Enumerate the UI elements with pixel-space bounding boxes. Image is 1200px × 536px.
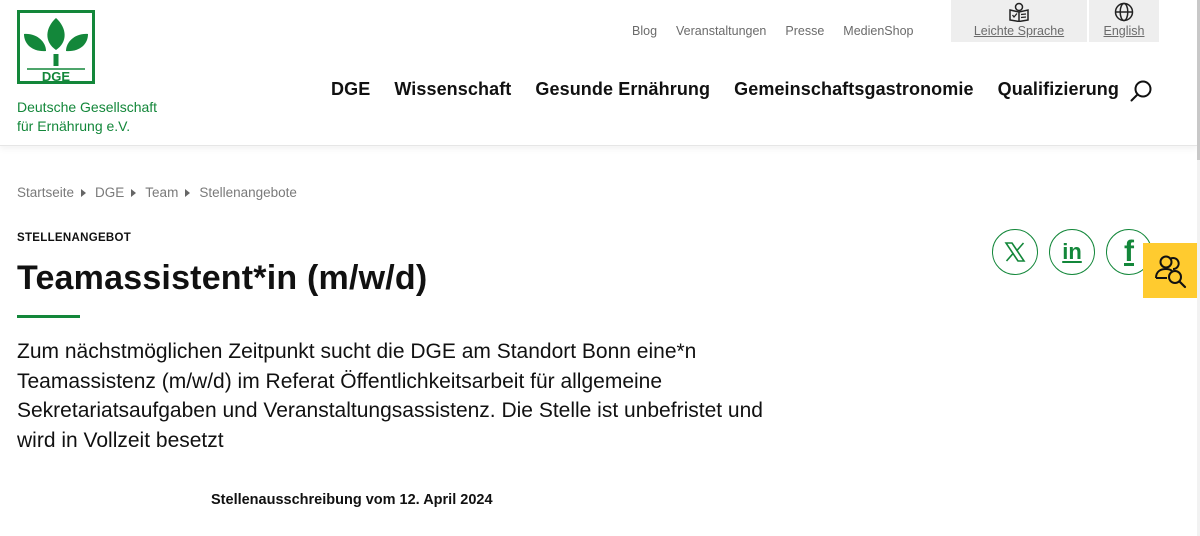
site-header: DGE Deutsche Gesellschaft für Ernährung …: [0, 0, 1197, 146]
search-button[interactable]: [1129, 79, 1153, 103]
meta-navigation: Blog Veranstaltungen Presse MedienShop: [632, 24, 933, 38]
accessibility-search-button[interactable]: [1143, 243, 1197, 298]
dge-logo[interactable]: DGE: [17, 10, 95, 84]
title-underline: [17, 315, 80, 318]
breadcrumb-dge[interactable]: DGE: [95, 185, 124, 200]
search-icon: [1130, 80, 1152, 102]
main-navigation: DGE Wissenschaft Gesunde Ernährung Gemei…: [331, 79, 1143, 100]
x-logo-icon: [1004, 242, 1026, 262]
organization-name-line1: Deutsche Gesellschaft: [17, 99, 158, 115]
easy-language-book-icon: [1009, 2, 1029, 22]
breadcrumb-separator-icon: [131, 188, 137, 197]
easy-language-button[interactable]: Leichte Sprache: [951, 0, 1087, 42]
globe-icon: [1114, 2, 1134, 22]
dge-logo-icon: DGE: [17, 10, 95, 84]
main-nav-dge[interactable]: DGE: [331, 79, 370, 100]
organization-name: Deutsche Gesellschaft für Ernährung e.V.: [17, 98, 157, 136]
breadcrumb-separator-icon: [185, 188, 191, 197]
share-x-button[interactable]: [992, 229, 1038, 275]
page-title: Teamassistent*in (m/w/d): [17, 259, 428, 297]
facebook-icon: f: [1124, 235, 1134, 268]
main-nav-gemeinschaftsgastronomie[interactable]: Gemeinschaftsgastronomie: [734, 79, 973, 100]
meta-nav-medienshop[interactable]: MedienShop: [843, 24, 913, 38]
main-nav-wissenschaft[interactable]: Wissenschaft: [394, 79, 511, 100]
main-nav-gesunde-ernaehrung[interactable]: Gesunde Ernährung: [535, 79, 710, 100]
publication-date: Stellenausschreibung vom 12. April 2024: [211, 492, 493, 508]
meta-nav-presse[interactable]: Presse: [785, 24, 824, 38]
breadcrumb-team[interactable]: Team: [145, 185, 178, 200]
breadcrumb: Startseite DGE Team Stellenangebote: [17, 185, 297, 200]
meta-nav-blog[interactable]: Blog: [632, 24, 657, 38]
organization-name-line2: für Ernährung e.V.: [17, 118, 131, 134]
people-search-icon: [1155, 255, 1187, 288]
meta-nav-veranstaltungen[interactable]: Veranstaltungen: [676, 24, 766, 38]
breadcrumb-separator-icon: [81, 188, 87, 197]
share-linkedin-button[interactable]: in: [1049, 229, 1095, 275]
language-switch-english[interactable]: English: [1089, 0, 1159, 42]
svg-text:DGE: DGE: [42, 69, 71, 84]
breadcrumb-stellenangebote[interactable]: Stellenangebote: [199, 185, 297, 200]
easy-language-label: Leichte Sprache: [973, 24, 1065, 38]
main-nav-qualifizierung[interactable]: Qualifizierung: [998, 79, 1119, 100]
breadcrumb-startseite[interactable]: Startseite: [17, 185, 74, 200]
article-kicker: STELLENANGEBOT: [17, 232, 132, 244]
language-switch-label: English: [1103, 24, 1145, 38]
article-lead: Zum nächstmöglichen Zeitpunkt sucht die …: [17, 340, 763, 452]
linkedin-icon: in: [1062, 239, 1082, 264]
